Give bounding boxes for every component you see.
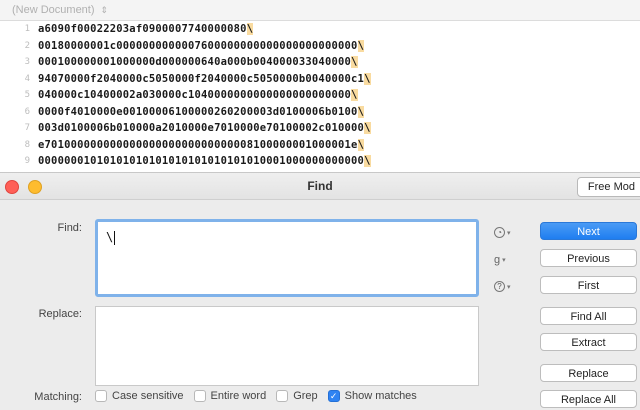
grep-option[interactable]: Grep (276, 390, 318, 402)
line-number: 3 (24, 57, 30, 68)
replace-all-button[interactable]: Replace All (540, 390, 637, 408)
code-line: 9 000000010101010101010101010101010100010… (0, 153, 640, 170)
grep-checkbox[interactable] (276, 390, 289, 402)
match-highlight: \ (351, 89, 358, 102)
code-line: 8 e70100000000000000000000000000008100000… (0, 137, 640, 154)
editor-area[interactable]: (New Document) ⇕ 1 a6090f00022203af090000… (0, 0, 640, 172)
entire-word-label: Entire word (210, 390, 267, 402)
code-line: 7 003d0100006b010000a2010000e7010000e7010… (0, 120, 640, 137)
show-matches-option[interactable]: ✓ Show matches (327, 390, 417, 402)
first-button[interactable]: First (540, 276, 637, 294)
replace-text-field[interactable] (95, 306, 479, 386)
show-matches-checkbox[interactable]: ✓ (327, 390, 340, 402)
match-highlight: \ (351, 56, 358, 69)
free-mode-button[interactable]: Free Mod (576, 177, 640, 197)
line-text: 94070000f2040000c5050000f2040000c5050000… (38, 72, 371, 85)
find-field-value: \ (106, 230, 116, 245)
match-highlight: \ (357, 39, 365, 52)
document-title: (New Document) (12, 4, 95, 16)
match-highlight: \ (364, 122, 371, 135)
code-line: 1 a6090f00022203af0900007740000080\ (0, 21, 640, 38)
case-sensitive-option[interactable]: Case sensitive (95, 390, 184, 402)
entire-word-checkbox[interactable] (193, 390, 206, 402)
line-number: 6 (24, 106, 30, 117)
line-number: 4 (24, 73, 30, 84)
find-panel-title: Find (307, 179, 333, 193)
match-highlight: \ (357, 105, 365, 118)
line-text: 000100000001000000d000000640a000b0040000… (38, 56, 358, 69)
line-text: e701000000000000000000000000000081000000… (38, 138, 365, 151)
line-number: 1 (24, 24, 30, 35)
code-line: 2 00180000001c000000000000760000000000000… (0, 38, 640, 55)
line-text: 00180000001c0000000000007600000000000000… (38, 39, 365, 52)
extract-button[interactable]: Extract (540, 333, 637, 351)
chevron-updown-icon: ⇕ (100, 4, 109, 15)
document-title-bar[interactable]: (New Document) ⇕ (0, 0, 640, 21)
line-number: 8 (24, 139, 30, 150)
chevron-down-icon: ▾ (507, 283, 511, 291)
line-number: 7 (24, 123, 30, 134)
show-matches-label: Show matches (344, 390, 417, 402)
entire-word-option[interactable]: Entire word (193, 390, 267, 402)
match-highlight: \ (364, 155, 371, 168)
code-line: 3 000100000001000000d000000640a000b004000… (0, 54, 640, 71)
code-lines[interactable]: 1 a6090f00022203af0900007740000080\ 2 0018… (0, 21, 640, 170)
case-sensitive-label: Case sensitive (112, 390, 184, 402)
next-button[interactable]: Next (540, 222, 637, 240)
line-text: 0000f4010000e00100006100000260200003d010… (38, 105, 365, 118)
line-number: 2 (24, 40, 30, 51)
code-line: 6 0000f4010000e00100006100000260200003d01… (0, 104, 640, 121)
help-menu[interactable]: ? ▾ (494, 281, 511, 292)
line-number: 9 (24, 156, 30, 167)
checkmark-icon: ✓ (329, 390, 338, 401)
replace-label: Replace: (38, 308, 82, 320)
line-text: a6090f00022203af0900007740000080\ (38, 23, 254, 36)
matching-options: Case sensitive Entire word Grep ✓ Show m… (95, 390, 417, 402)
line-text: 040000c10400002a030000c10400000000000000… (38, 89, 358, 102)
help-icon: ? (494, 281, 505, 292)
find-panel: Find Free Mod Find: \ Replace: ◔ ▾ g ▾ ?… (0, 172, 640, 410)
replace-button[interactable]: Replace (540, 364, 637, 382)
match-highlight: \ (364, 72, 371, 85)
case-sensitive-checkbox[interactable] (95, 390, 107, 402)
grep-label: Grep (293, 390, 318, 402)
chevron-down-icon: ▾ (507, 229, 511, 237)
find-text-field[interactable]: \ (95, 219, 479, 297)
match-highlight: \ (246, 23, 254, 36)
find-titlebar[interactable]: Find Free Mod (0, 173, 640, 200)
grep-pattern-menu[interactable]: g ▾ (494, 254, 506, 266)
find-all-button[interactable]: Find All (540, 307, 637, 325)
match-highlight: \ (357, 138, 365, 151)
line-number: 5 (24, 90, 30, 101)
find-label: Find: (57, 222, 82, 234)
previous-button[interactable]: Previous (540, 249, 637, 267)
clock-icon: ◔ (494, 227, 505, 238)
grep-pattern-icon: g (494, 254, 501, 266)
line-text: 003d0100006b010000a2010000e7010000e70100… (38, 122, 371, 135)
code-line: 5 040000c10400002a030000c1040000000000000… (0, 87, 640, 104)
chevron-down-icon: ▾ (502, 257, 506, 264)
line-text: 0000000101010101010101010101010101000100… (38, 155, 371, 168)
matching-label: Matching: (34, 391, 82, 403)
history-menu[interactable]: ◔ ▾ (494, 227, 511, 238)
text-caret (114, 230, 116, 245)
code-line: 4 94070000f2040000c5050000f2040000c505000… (0, 71, 640, 88)
